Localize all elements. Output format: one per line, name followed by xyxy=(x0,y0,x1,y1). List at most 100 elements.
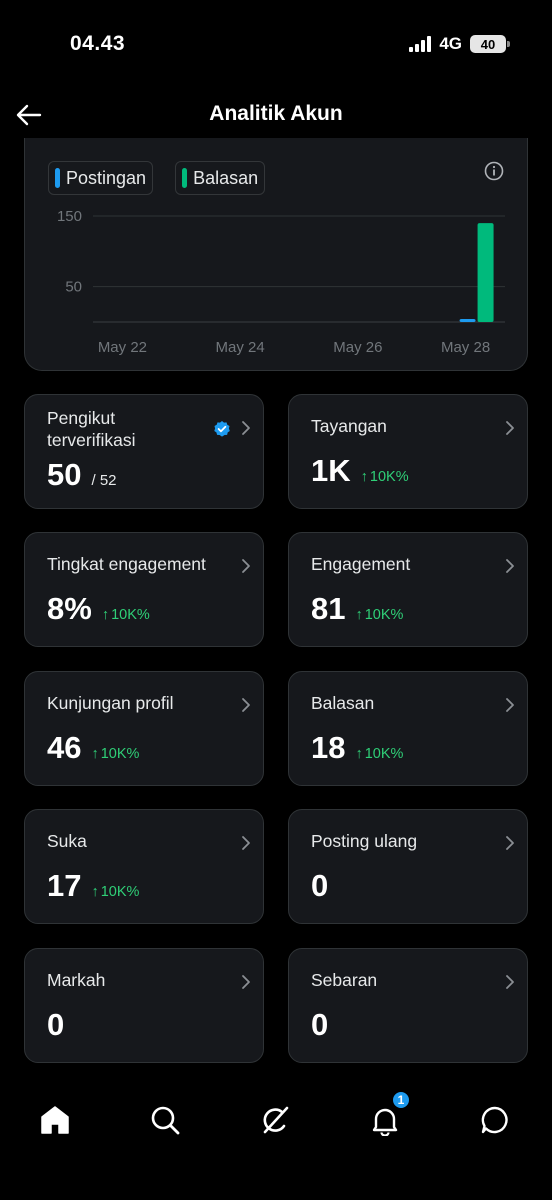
stat-delta: ↑ 10K% xyxy=(91,884,139,900)
stat-delta-value: 10K% xyxy=(111,607,150,623)
stat-label: Engagement xyxy=(311,554,411,574)
chevron-right-icon xyxy=(242,836,250,850)
stat-delta-value: 10K% xyxy=(369,469,409,485)
y-tick-label: 50 xyxy=(65,279,82,296)
stat-label: Markah xyxy=(47,970,106,990)
stat-delta: ↑ 10K% xyxy=(355,607,403,623)
chevron-right-icon xyxy=(506,421,514,435)
stat-label: Posting ulang xyxy=(311,831,418,851)
stat-value-row: 81 ↑ 10K% xyxy=(311,591,403,627)
stat-value-row: 17 ↑ 10K% xyxy=(47,868,139,904)
stat-value: 0 xyxy=(47,1007,65,1042)
stat-card-likes[interactable]: Suka 17 ↑ 10K% xyxy=(24,809,264,924)
legend-label: Balasan xyxy=(193,167,259,188)
x-tick-label: May 26 xyxy=(333,339,382,356)
x-tick-label: May 28 xyxy=(441,339,490,356)
bottom-nav: 1 xyxy=(0,1088,552,1158)
stat-delta-value: 10K% xyxy=(364,746,404,762)
status-indicators: 4G 40 xyxy=(409,34,510,54)
legend-item-balasan[interactable]: Balasan xyxy=(175,161,266,195)
legend-swatch xyxy=(55,168,60,188)
arrow-up-icon: ↑ xyxy=(91,746,99,762)
legend-swatch xyxy=(182,168,188,188)
stat-value: 17 xyxy=(47,868,82,903)
stat-card-replies[interactable]: Balasan 18 ↑ 10K% xyxy=(288,671,528,786)
stat-delta: ↑ 10K% xyxy=(102,607,150,623)
stat-total: / 52 xyxy=(91,472,117,489)
stat-card-reposts[interactable]: Posting ulang 0 xyxy=(288,809,528,924)
stat-label: Sebaran xyxy=(311,970,378,990)
stat-card-verified-followers[interactable]: Pengikut terverifikasi 50 / 52 xyxy=(24,394,264,509)
info-icon[interactable] xyxy=(483,160,505,182)
bar-postingan-6[interactable] xyxy=(459,319,476,322)
stat-value-row: 46 ↑ 10K% xyxy=(47,730,139,766)
stat-value-row: 0 xyxy=(47,1007,64,1043)
stat-card-engagement-rate[interactable]: Tingkat engagement 8% ↑ 10K% xyxy=(24,532,264,647)
page-title: Analitik Akun xyxy=(209,102,343,125)
signal-icon xyxy=(409,36,432,52)
stat-delta-value: 10K% xyxy=(364,607,404,623)
stat-value-row: 0 xyxy=(311,1007,328,1043)
legend-label: Postingan xyxy=(66,167,147,188)
stat-label: Balasan xyxy=(311,693,375,713)
stat-value-row: 1K ↑ 10K% xyxy=(311,453,409,489)
chevron-right-icon xyxy=(506,559,514,573)
chevron-right-icon xyxy=(506,836,514,850)
stat-card-impressions[interactable]: Tayangan 1K ↑ 10K% xyxy=(288,394,528,509)
stat-card-engagements[interactable]: Engagement 81 ↑ 10K% xyxy=(288,532,528,647)
stat-value: 1K xyxy=(311,453,351,488)
stat-delta: ↑ 10K% xyxy=(355,746,403,762)
arrow-up-icon: ↑ xyxy=(91,884,99,900)
stat-value: 81 xyxy=(311,591,346,626)
stat-value: 50 xyxy=(47,457,82,492)
nav-search[interactable] xyxy=(145,1100,185,1140)
arrow-up-icon: ↑ xyxy=(360,469,368,485)
stat-delta-value: 10K% xyxy=(100,884,140,900)
home-icon xyxy=(41,1106,69,1134)
status-bar: 04.43 4G 40 xyxy=(0,0,552,90)
stat-value: 46 xyxy=(47,730,82,765)
bar-balasan-6[interactable] xyxy=(477,223,494,322)
chart-legend: Postingan Balasan xyxy=(48,161,266,195)
x-tick-label: May 24 xyxy=(216,339,265,356)
stat-value-row: 0 xyxy=(311,868,328,904)
nav-messages[interactable] xyxy=(475,1100,515,1140)
y-tick-label: 150 xyxy=(57,208,82,225)
nav-grok[interactable] xyxy=(255,1100,295,1140)
network-type: 4G xyxy=(439,34,462,53)
nav-notifications[interactable]: 1 xyxy=(365,1090,411,1140)
chevron-right-icon xyxy=(506,975,514,989)
chart-card: 50 150 May 22 May 24 May 26 May 28 Postingan … xyxy=(24,138,528,371)
chevron-right-icon xyxy=(242,975,250,989)
arrow-up-icon: ↑ xyxy=(355,607,363,623)
x-tick-label: May 22 xyxy=(98,339,147,356)
stat-value: 8% xyxy=(47,591,92,626)
legend-item-postingan[interactable]: Postingan xyxy=(48,161,154,195)
stat-label: Suka xyxy=(47,831,87,851)
stat-card-shares[interactable]: Sebaran 0 xyxy=(288,948,528,1063)
arrow-up-icon: ↑ xyxy=(101,607,110,623)
chevron-right-icon xyxy=(506,698,514,712)
stat-label: Kunjungan profil xyxy=(47,693,174,713)
stat-label: Pengikut terverifikasi xyxy=(47,408,136,450)
stat-value-row: 18 ↑ 10K% xyxy=(311,730,403,766)
stat-value-row: 8% ↑ 10K% xyxy=(47,591,150,627)
battery-level: 40 xyxy=(480,36,496,52)
status-time: 04.43 xyxy=(70,32,126,55)
messages-icon xyxy=(481,1106,508,1134)
chevron-right-icon xyxy=(242,698,250,712)
stat-delta: ↑ 10K% xyxy=(91,746,139,762)
stat-value: 18 xyxy=(311,730,346,765)
stat-card-profile-visits[interactable]: Kunjungan profil 46 ↑ 10K% xyxy=(24,671,264,786)
stat-delta: ↑ 10K% xyxy=(361,469,409,485)
grok-icon xyxy=(263,1106,289,1134)
battery-icon: 40 xyxy=(470,35,510,53)
stat-value-row: 50 / 52 xyxy=(47,457,117,493)
chevron-right-icon xyxy=(242,559,250,573)
stat-value: 0 xyxy=(311,1007,329,1042)
nav-home[interactable] xyxy=(35,1100,75,1140)
notification-badge: 1 xyxy=(391,1090,411,1110)
stat-value: 0 xyxy=(311,868,329,903)
arrow-up-icon: ↑ xyxy=(355,746,363,762)
stat-card-bookmarks[interactable]: Markah 0 xyxy=(24,948,264,1063)
